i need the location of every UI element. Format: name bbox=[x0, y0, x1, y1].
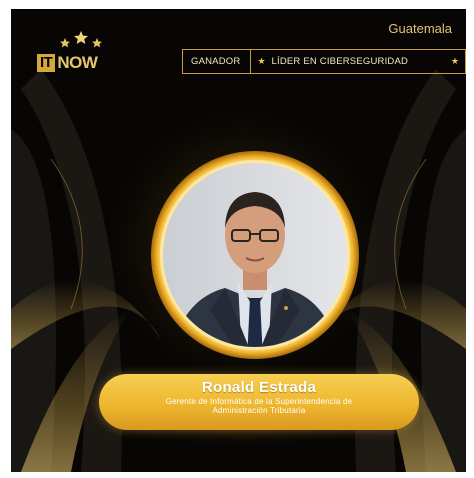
award-card: IT NOW Guatemala GANADOR ★ LÍDER EN CIBE… bbox=[11, 9, 466, 472]
award-title: LÍDER EN CIBERSEGURIDAD bbox=[271, 56, 409, 67]
itnow-logo: IT NOW bbox=[37, 53, 98, 73]
portrait-photo bbox=[151, 151, 359, 359]
logo-now-text: NOW bbox=[57, 53, 98, 72]
award-banner: GANADOR ★ LÍDER EN CIBERSEGURIDAD ★ bbox=[182, 49, 466, 74]
star-icon: ★ bbox=[450, 56, 459, 66]
country-label: Guatemala bbox=[388, 21, 452, 36]
winner-name-banner: Ronald Estrada Gerente de Informática de… bbox=[99, 374, 419, 430]
logo-it-text: IT bbox=[37, 54, 56, 72]
winner-name: Ronald Estrada bbox=[201, 379, 317, 396]
winner-role: Gerente de Informática de la Superintend… bbox=[165, 397, 353, 415]
award-category: GANADOR bbox=[183, 50, 252, 73]
award-title-group: ★ LÍDER EN CIBERSEGURIDAD ★ bbox=[251, 56, 465, 67]
star-icon: ★ bbox=[257, 56, 266, 66]
brand-logo: IT NOW bbox=[37, 31, 121, 77]
three-stars-icon bbox=[60, 31, 102, 48]
